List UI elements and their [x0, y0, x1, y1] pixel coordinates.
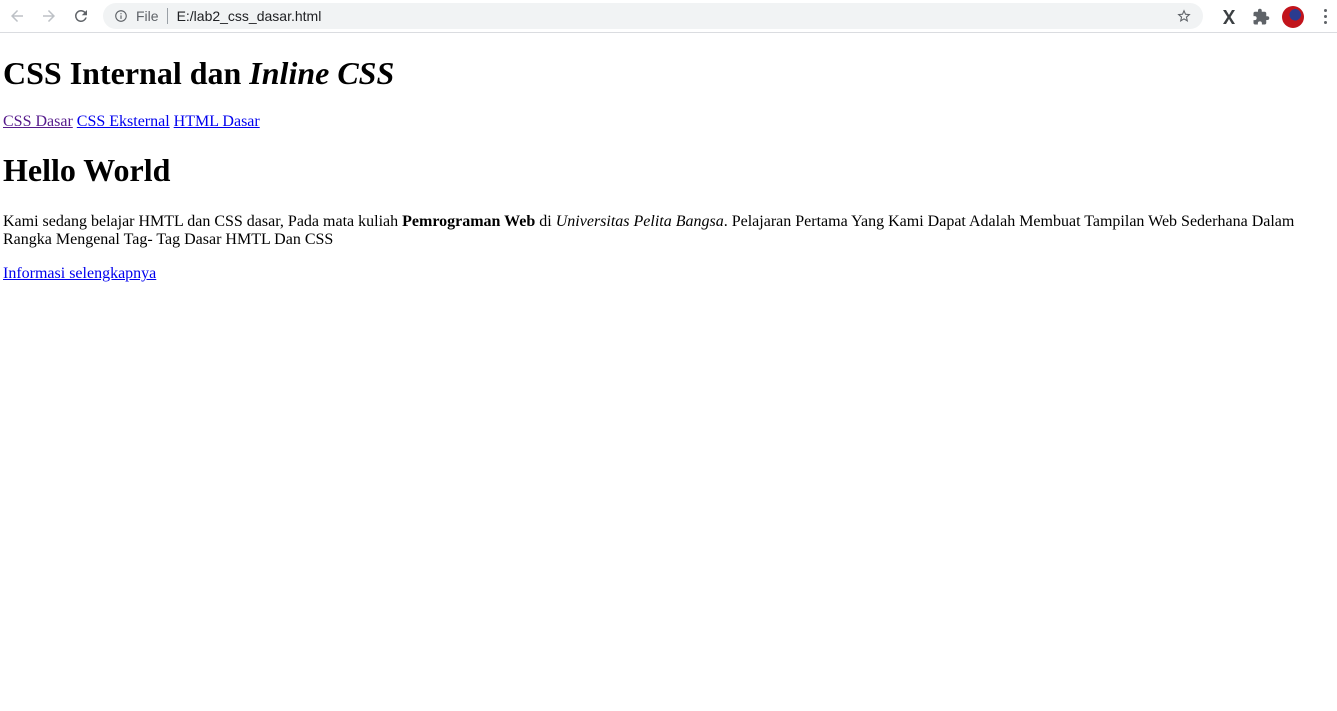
- x-extension-icon: [1223, 9, 1235, 24]
- reload-icon: [74, 9, 87, 22]
- bookmark-star-icon[interactable]: [1176, 8, 1192, 24]
- divider: [166, 8, 168, 24]
- profile-button[interactable]: [1277, 0, 1309, 33]
- url-text[interactable]: E:/lab2_css_dasar.html: [177, 8, 322, 24]
- page-title: CSS Internal dan Inline CSS: [3, 55, 1329, 92]
- back-button[interactable]: [1, 0, 33, 33]
- title-italic: Inline CSS: [249, 55, 395, 91]
- intro-paragraph: Kami sedang belajar HMTL dan CSS dasar, …: [3, 213, 1323, 249]
- more-info-link[interactable]: Informasi selengkapnya: [3, 265, 156, 282]
- reload-button[interactable]: [65, 0, 97, 33]
- browser-toolbar: File E:/lab2_css_dasar.html: [0, 0, 1337, 33]
- link-html-dasar[interactable]: HTML Dasar: [174, 113, 260, 130]
- toolbar-right: [1213, 0, 1337, 33]
- puzzle-icon: [1253, 8, 1270, 24]
- extension-x-button[interactable]: [1213, 0, 1245, 33]
- page-content: CSS Internal dan Inline CSS CSS Dasar CS…: [0, 55, 1337, 283]
- menu-button[interactable]: [1309, 0, 1337, 33]
- nav-links: CSS Dasar CSS Eksternal HTML Dasar: [3, 113, 1329, 131]
- arrow-left-icon: [11, 10, 23, 22]
- paragraph-bold: Pemrograman Web: [402, 213, 536, 230]
- address-bar[interactable]: File E:/lab2_css_dasar.html: [103, 3, 1203, 29]
- title-plain: CSS Internal dan: [3, 55, 250, 91]
- extensions-button[interactable]: [1245, 0, 1277, 33]
- link-css-eksternal[interactable]: CSS Eksternal: [77, 113, 170, 130]
- more-paragraph: Informasi selengkapnya: [3, 265, 1329, 283]
- kebab-menu-icon: [1323, 9, 1327, 24]
- link-css-dasar[interactable]: CSS Dasar: [3, 113, 73, 130]
- arrow-right-icon: [43, 10, 55, 22]
- info-icon[interactable]: [114, 9, 128, 23]
- avatar: [1282, 5, 1304, 28]
- paragraph-text-1: Kami sedang belajar HMTL dan CSS dasar, …: [3, 213, 403, 230]
- scheme-label: File: [136, 8, 159, 24]
- forward-button[interactable]: [33, 0, 65, 33]
- paragraph-text-2: di: [535, 213, 556, 230]
- hello-heading: Hello World: [3, 152, 171, 188]
- paragraph-italic: Universitas Pelita Bangsa: [555, 213, 724, 230]
